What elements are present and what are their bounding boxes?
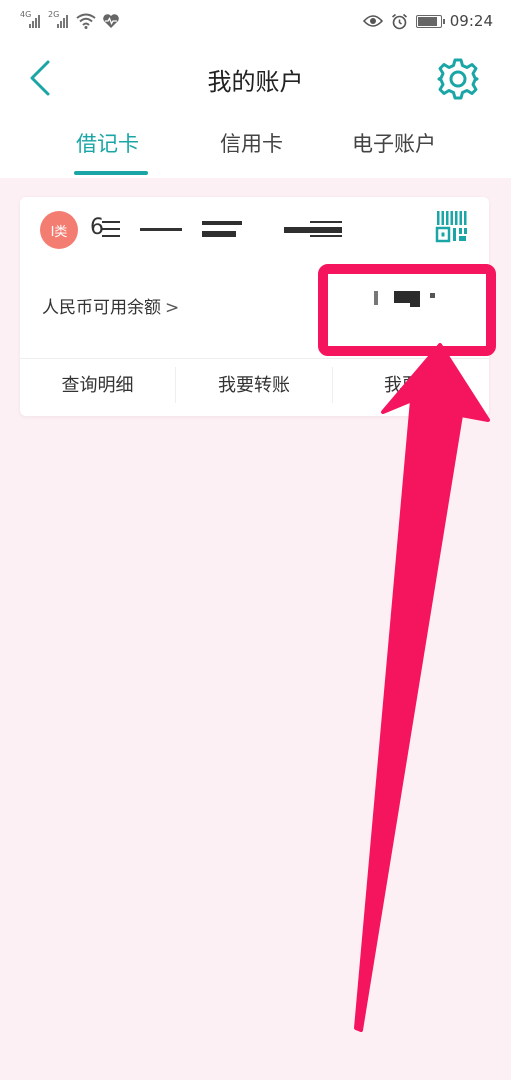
balance-value-masked: [370, 291, 450, 309]
chevron-right-icon: >: [165, 298, 180, 318]
card-actions: 查询明细 我要转账 我要理: [20, 359, 489, 409]
debit-card-panel: I类 6 人民币可用余额 > 查询明细 我要转账 我要理: [20, 197, 489, 416]
signal-2-icon: 2G: [48, 10, 70, 30]
tab-electronic-account[interactable]: 电子账户: [352, 128, 436, 158]
tab-debit-card[interactable]: 借记卡: [76, 128, 139, 158]
signal-2-network: 2G: [48, 10, 60, 19]
balance-label-link[interactable]: 人民币可用余额 >: [42, 293, 179, 318]
transfer-button[interactable]: 我要转账: [176, 359, 332, 409]
tab-credit-card[interactable]: 信用卡: [220, 128, 283, 158]
qr-code-icon[interactable]: [435, 209, 467, 243]
card-type-badge: I类: [40, 211, 78, 249]
signal-1-network: 4G: [20, 10, 32, 19]
status-right: 09:24: [362, 10, 493, 32]
alarm-icon: [391, 13, 407, 29]
query-details-button[interactable]: 查询明细: [20, 359, 175, 409]
signal-1-icon: 4G: [20, 10, 42, 30]
balance-label: 人民币可用余额: [42, 298, 161, 318]
wealth-management-button[interactable]: 我要理: [333, 359, 489, 409]
account-tabs: 借记卡 信用卡 电子账户: [0, 116, 511, 178]
gear-icon[interactable]: [435, 56, 481, 102]
active-tab-indicator: [74, 171, 148, 175]
wifi-icon: [76, 13, 96, 29]
status-left: 4G 2G: [20, 10, 120, 32]
status-bar: 4G 2G 09:24: [0, 0, 511, 44]
heart-pulse-icon: [103, 14, 119, 28]
status-time: 09:24: [449, 12, 493, 30]
app-header: 我的账户: [0, 44, 511, 116]
eye-icon: [362, 15, 383, 27]
battery-icon: [415, 14, 445, 28]
